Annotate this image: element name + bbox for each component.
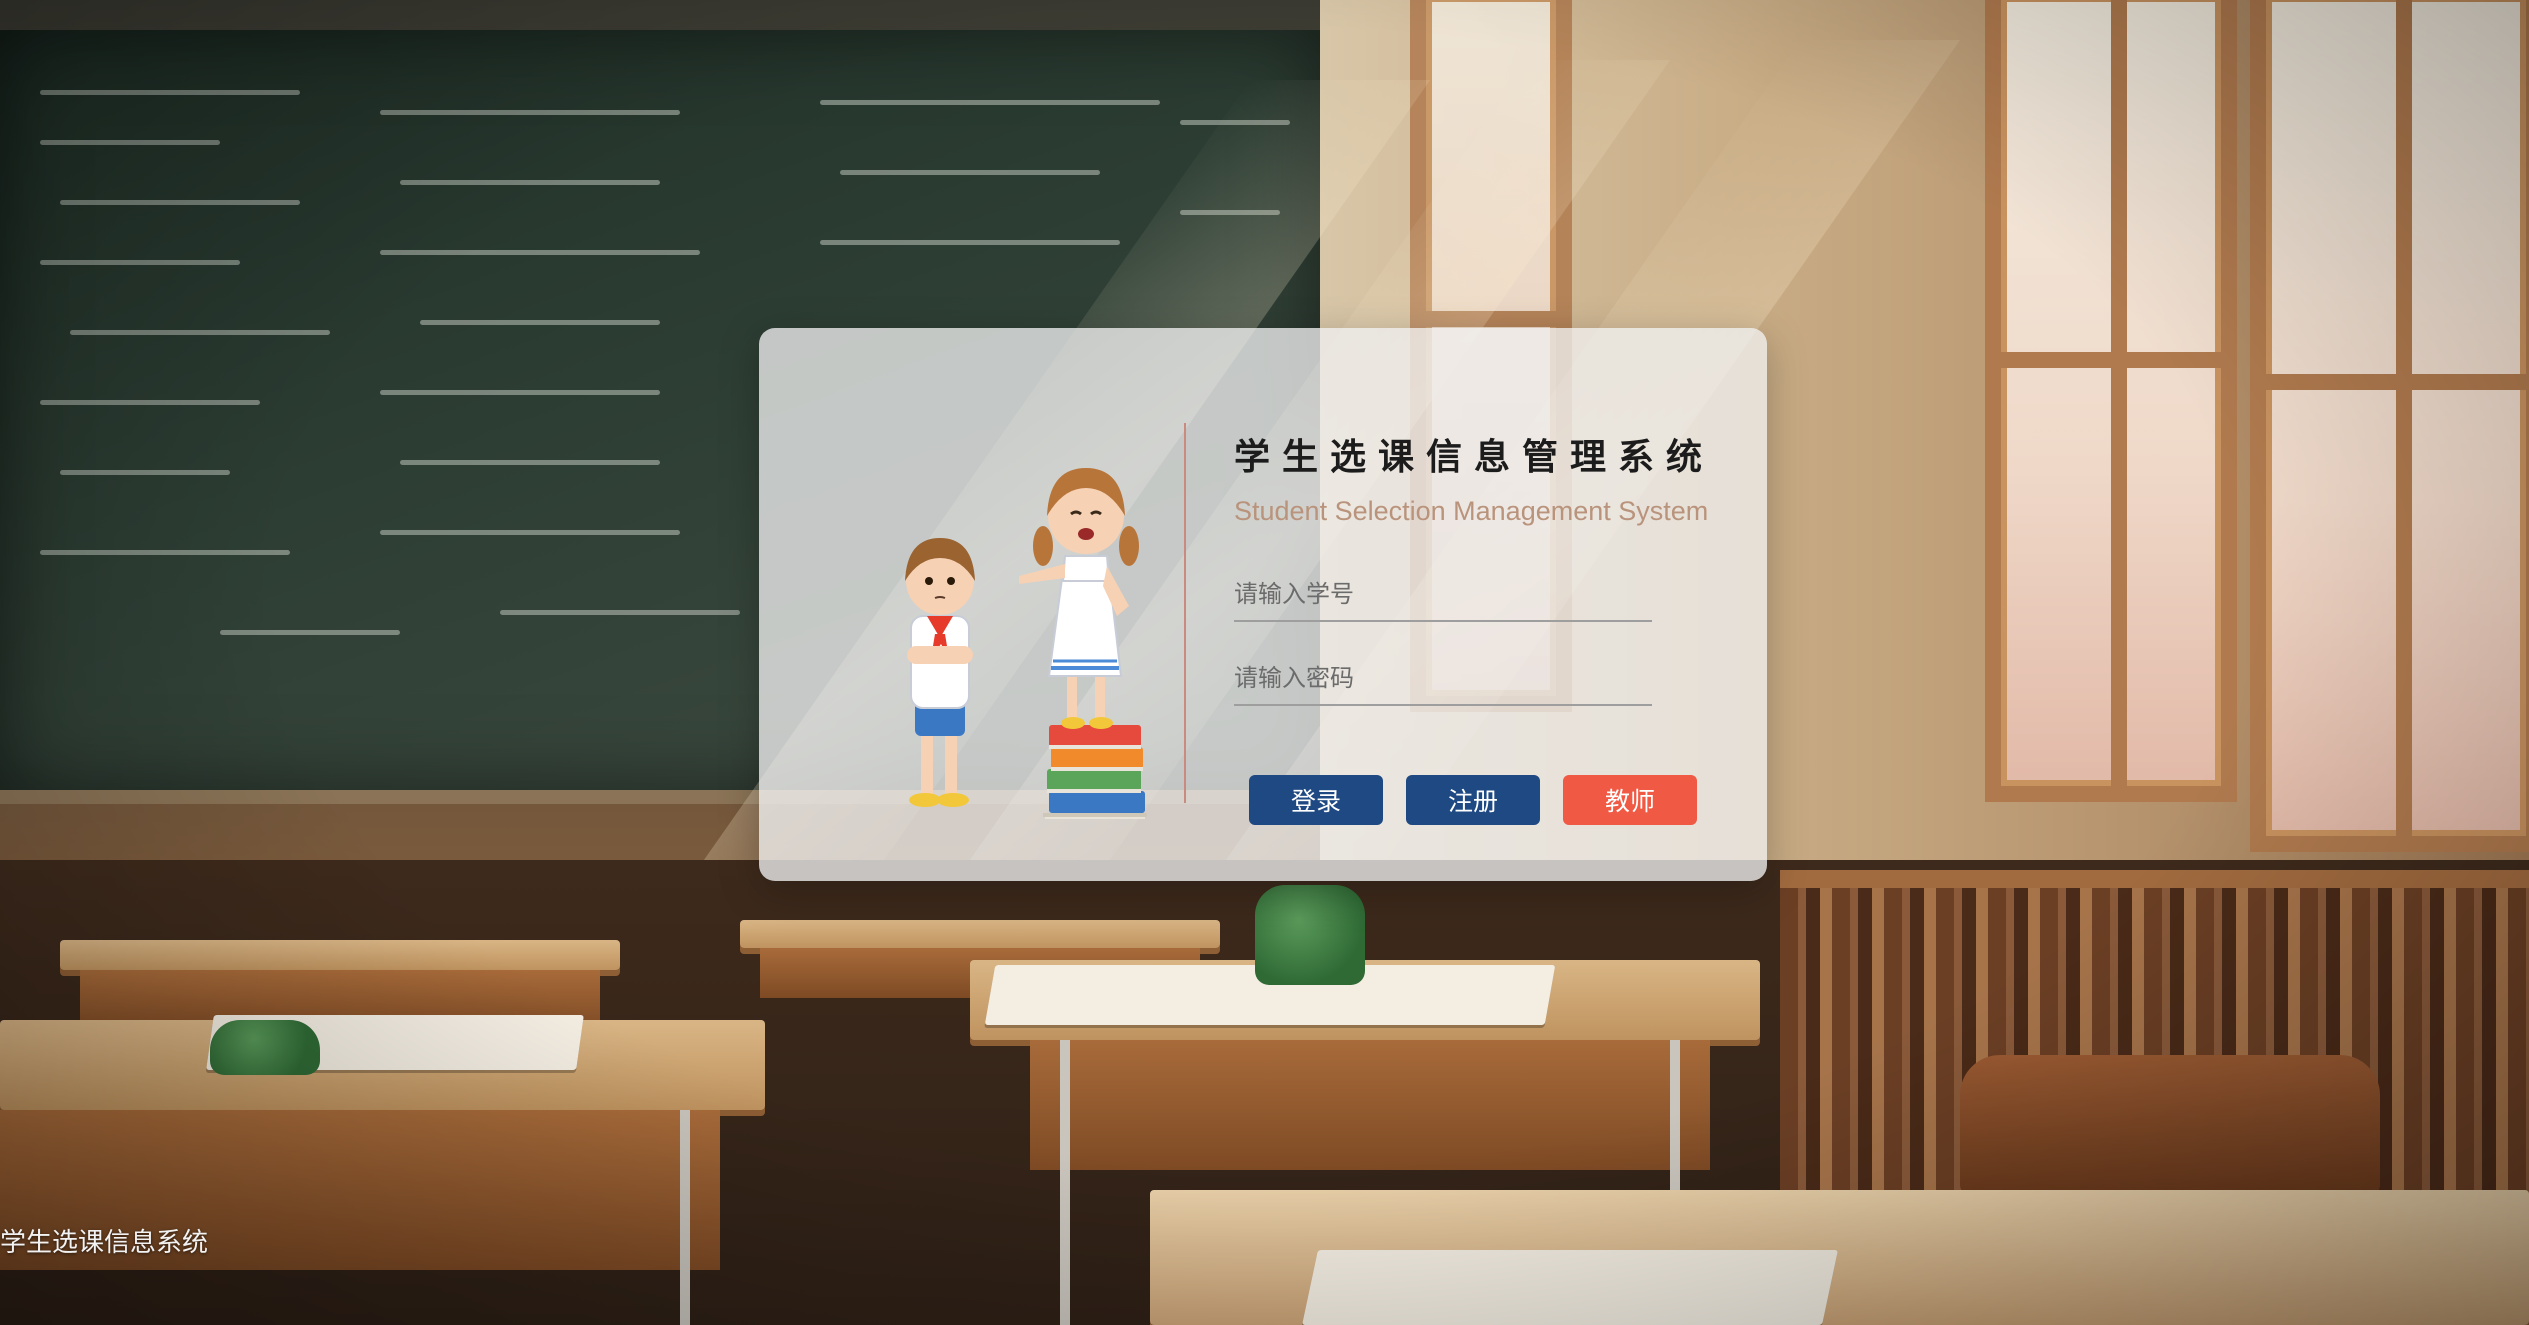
system-subtitle: Student Selection Management System: [1234, 496, 1709, 526]
boy-figure: [905, 538, 975, 807]
teacher-button[interactable]: 教师: [1563, 775, 1697, 825]
student-id-input[interactable]: [1234, 568, 1652, 622]
login-button[interactable]: 登录: [1249, 775, 1383, 825]
password-input[interactable]: [1234, 652, 1652, 706]
register-button[interactable]: 注册: [1406, 775, 1540, 825]
cartoon-students-illustration: [905, 468, 1147, 819]
girl-figure: [1019, 468, 1139, 729]
book-stack: [1043, 725, 1147, 819]
login-card: 学生选课信息管理系统 Student Selection Management …: [759, 328, 1767, 881]
vertical-divider: [1184, 423, 1186, 803]
system-title: 学生选课信息管理系统: [1234, 437, 1715, 478]
footer-caption: 学生选课信息系统: [0, 1228, 209, 1258]
